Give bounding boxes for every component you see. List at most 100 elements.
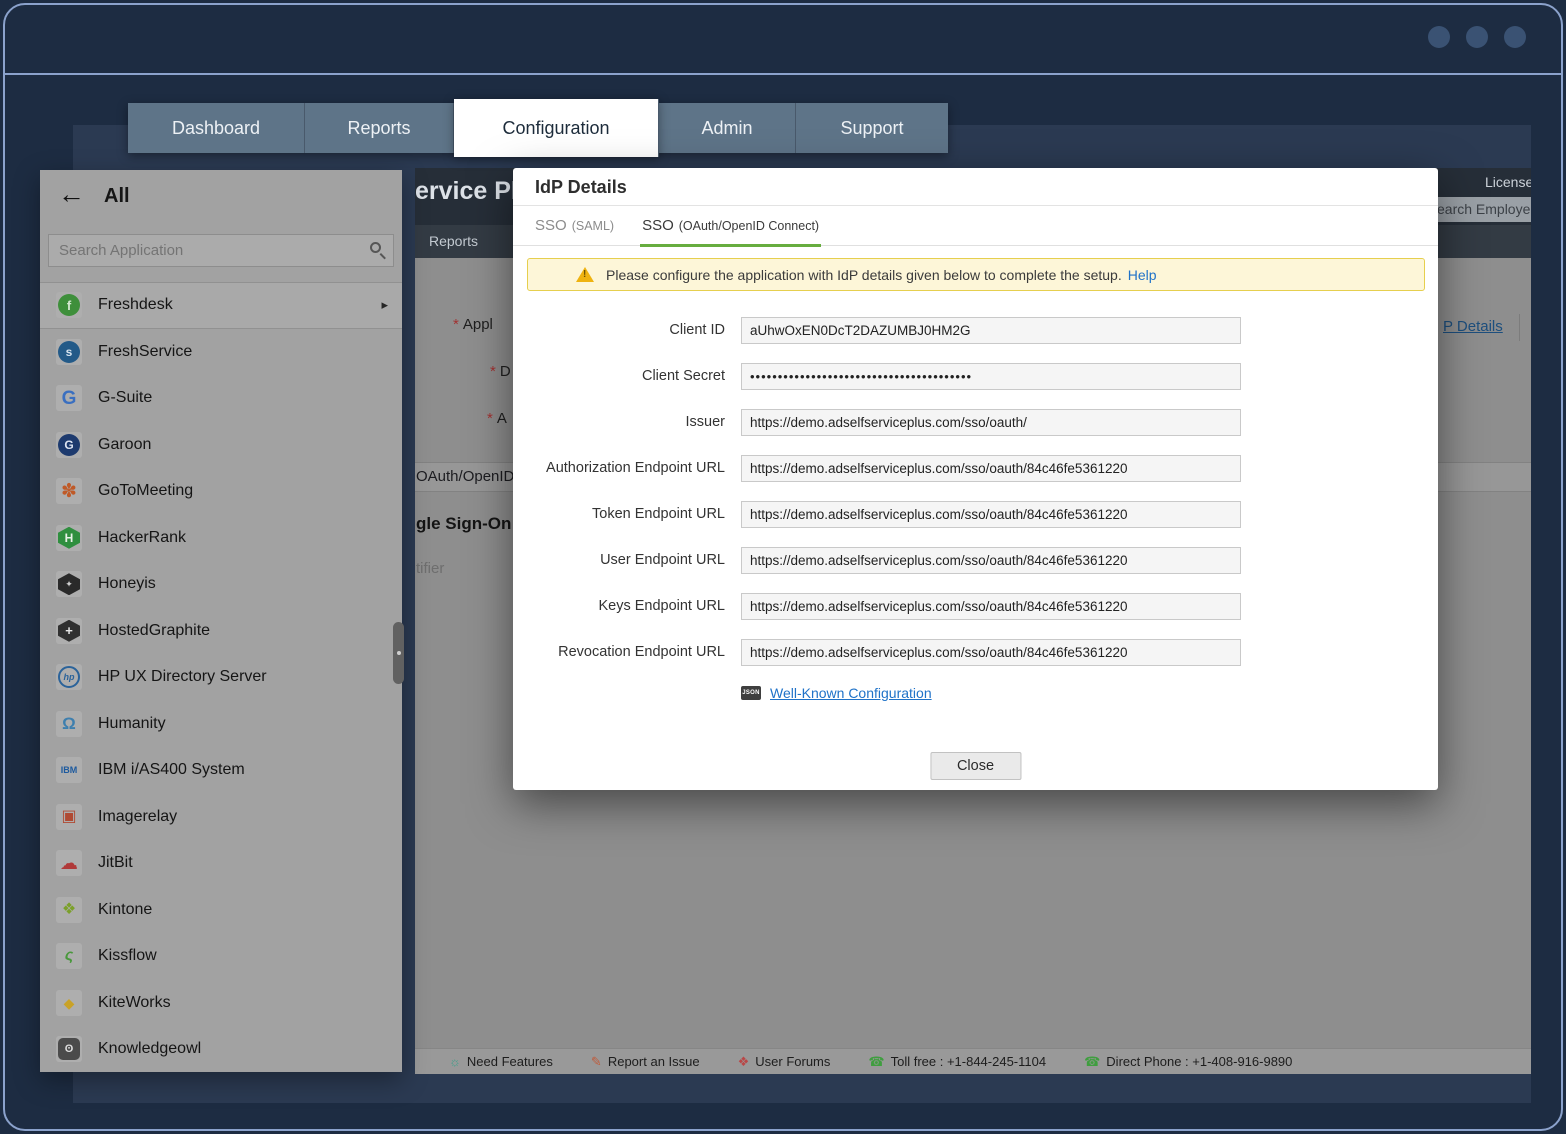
imagerelay-icon: ▣ bbox=[56, 804, 82, 830]
freshservice-icon: s bbox=[56, 339, 82, 365]
sidebar-app-kintone[interactable]: ❖ Kintone bbox=[40, 887, 402, 934]
sidebar-app-freshdesk[interactable]: f Freshdesk ▸ bbox=[40, 282, 402, 329]
warning-text: Please configure the application with Id… bbox=[606, 267, 1122, 283]
field-user-endpoint: User Endpoint URL bbox=[513, 547, 1438, 574]
revocation-endpoint-input[interactable] bbox=[741, 639, 1241, 666]
well-known-configuration-link[interactable]: Well-Known Configuration bbox=[770, 685, 932, 701]
field-keys-endpoint: Keys Endpoint URL bbox=[513, 593, 1438, 620]
garoon-icon: G bbox=[56, 432, 82, 458]
application-sidebar: ← All f Freshdesk ▸ s FreshService G G-S… bbox=[40, 170, 402, 1072]
phone-icon: ☎ bbox=[868, 1055, 884, 1068]
single-sign-on-heading: gle Sign-On bbox=[416, 514, 511, 534]
application-search-input[interactable] bbox=[49, 235, 393, 266]
license-link[interactable]: License bbox=[1485, 174, 1531, 190]
help-link[interactable]: Help bbox=[1128, 267, 1157, 283]
sidebar-title: All bbox=[104, 185, 130, 208]
honeyis-icon: ✦ bbox=[56, 571, 82, 597]
sidebar-app-gotomeeting[interactable]: ✽ GoToMeeting bbox=[40, 468, 402, 515]
footer-direct-phone: ☎Direct Phone : +1-408-916-9890 bbox=[1084, 1054, 1292, 1069]
sparkle-icon: ☼ bbox=[449, 1055, 461, 1068]
kintone-icon: ❖ bbox=[56, 897, 82, 923]
pencil-icon: ✎ bbox=[591, 1055, 602, 1068]
keys-endpoint-input[interactable] bbox=[741, 593, 1241, 620]
footer-toll-free: ☎Toll free : +1-844-245-1104 bbox=[868, 1054, 1046, 1069]
window-titlebar bbox=[0, 0, 1566, 74]
kiteworks-icon: ◆ bbox=[56, 990, 82, 1016]
tab-configuration[interactable]: Configuration bbox=[454, 99, 659, 157]
tab-sso-oauth-openid[interactable]: SSO (OAuth/OpenID Connect) bbox=[640, 217, 821, 245]
footer-report-issue[interactable]: ✎Report an Issue bbox=[591, 1054, 700, 1069]
sidebar-app-imagerelay[interactable]: ▣ Imagerelay bbox=[40, 794, 402, 841]
hp-icon: hp bbox=[56, 664, 82, 690]
field-authorization-endpoint: Authorization Endpoint URL bbox=[513, 455, 1438, 482]
search-icon bbox=[370, 242, 381, 253]
hostedgraphite-icon: + bbox=[56, 618, 82, 644]
client-id-input[interactable] bbox=[741, 317, 1241, 344]
application-search bbox=[48, 234, 394, 267]
hackerrank-icon: H bbox=[56, 525, 82, 551]
tab-dashboard[interactable]: Dashboard bbox=[128, 103, 305, 153]
sidebar-app-hp-ux-directory-server[interactable]: hp HP UX Directory Server bbox=[40, 654, 402, 701]
sidebar-app-kissflow[interactable]: ς Kissflow bbox=[40, 933, 402, 980]
authorization-endpoint-input[interactable] bbox=[741, 455, 1241, 482]
sidebar-app-freshservice[interactable]: s FreshService bbox=[40, 329, 402, 376]
tab-admin[interactable]: Admin bbox=[659, 103, 796, 153]
expand-arrow-icon: ▸ bbox=[381, 297, 388, 313]
ibm-icon: IBM bbox=[56, 757, 82, 783]
sidebar-app-jitbit[interactable]: ☁ JitBit bbox=[40, 840, 402, 887]
sidebar-app-garoon[interactable]: G Garoon bbox=[40, 422, 402, 469]
footer-user-forums[interactable]: ❖User Forums bbox=[738, 1054, 831, 1069]
sidebar-app-knowledgeowl[interactable]: ʘ Knowledgeowl bbox=[40, 1026, 402, 1072]
gotomeeting-icon: ✽ bbox=[56, 478, 82, 504]
employee-search-input[interactable]: earch Employe bbox=[1435, 197, 1531, 222]
g-suite-icon: G bbox=[56, 385, 82, 411]
bg-field-label: *A bbox=[487, 410, 507, 427]
sidebar-scroll-handle[interactable] bbox=[393, 622, 404, 684]
sidebar-app-ibm-as400[interactable]: IBM IBM i/AS400 System bbox=[40, 747, 402, 794]
token-endpoint-input[interactable] bbox=[741, 501, 1241, 528]
tab-sso-saml[interactable]: SSO (SAML) bbox=[533, 217, 616, 245]
sidebar-app-kiteworks[interactable]: ◆ KiteWorks bbox=[40, 980, 402, 1027]
application-list: f Freshdesk ▸ s FreshService G G-Suite G… bbox=[40, 282, 402, 1072]
field-client-secret: Client Secret bbox=[513, 363, 1438, 390]
phone-icon: ☎ bbox=[1084, 1055, 1100, 1068]
modal-tabs: SSO (SAML) SSO (OAuth/OpenID Connect) bbox=[513, 206, 1438, 246]
window-dot bbox=[1466, 26, 1488, 48]
field-issuer: Issuer bbox=[513, 409, 1438, 436]
sidebar-app-humanity[interactable]: Ω Humanity bbox=[40, 701, 402, 748]
sidebar-app-hostedgraphite[interactable]: + HostedGraphite bbox=[40, 608, 402, 655]
tab-support[interactable]: Support bbox=[796, 103, 948, 153]
forum-icon: ❖ bbox=[738, 1055, 750, 1068]
close-button[interactable]: Close bbox=[930, 752, 1021, 780]
user-endpoint-input[interactable] bbox=[741, 547, 1241, 574]
divider bbox=[1519, 314, 1520, 341]
window-dot bbox=[1504, 26, 1526, 48]
warning-banner: Please configure the application with Id… bbox=[527, 258, 1425, 291]
subtab-reports[interactable]: Reports bbox=[429, 225, 478, 258]
idp-details-link[interactable]: P Details bbox=[1443, 318, 1503, 335]
window-controls bbox=[1428, 26, 1526, 48]
json-file-icon: JSON bbox=[741, 686, 761, 700]
tab-reports[interactable]: Reports bbox=[305, 103, 454, 153]
bg-field-label: *Appl bbox=[453, 316, 493, 333]
sidebar-app-hackerrank[interactable]: H HackerRank bbox=[40, 515, 402, 562]
sidebar-app-g-suite[interactable]: G G-Suite bbox=[40, 375, 402, 422]
kissflow-icon: ς bbox=[56, 943, 82, 969]
sidebar-app-honeyis[interactable]: ✦ Honeyis bbox=[40, 561, 402, 608]
issuer-input[interactable] bbox=[741, 409, 1241, 436]
back-arrow-icon[interactable]: ← bbox=[58, 178, 85, 210]
field-client-id: Client ID bbox=[513, 317, 1438, 344]
jitbit-icon: ☁ bbox=[56, 850, 82, 876]
client-secret-input[interactable] bbox=[741, 363, 1241, 390]
humanity-icon: Ω bbox=[56, 711, 82, 737]
main-nav-tabs: Dashboard Reports Configuration Admin Su… bbox=[128, 103, 948, 153]
knowledgeowl-icon: ʘ bbox=[56, 1036, 82, 1062]
well-known-row: JSON Well-Known Configuration bbox=[741, 685, 932, 701]
freshdesk-icon: f bbox=[56, 292, 82, 318]
modal-title: IdP Details bbox=[513, 168, 1438, 206]
field-token-endpoint: Token Endpoint URL bbox=[513, 501, 1438, 528]
footer-need-features[interactable]: ☼Need Features bbox=[449, 1054, 553, 1069]
field-revocation-endpoint: Revocation Endpoint URL bbox=[513, 639, 1438, 666]
idp-details-modal: IdP Details SSO (SAML) SSO (OAuth/OpenID… bbox=[513, 168, 1438, 790]
identifier-label: tifier bbox=[416, 560, 444, 577]
